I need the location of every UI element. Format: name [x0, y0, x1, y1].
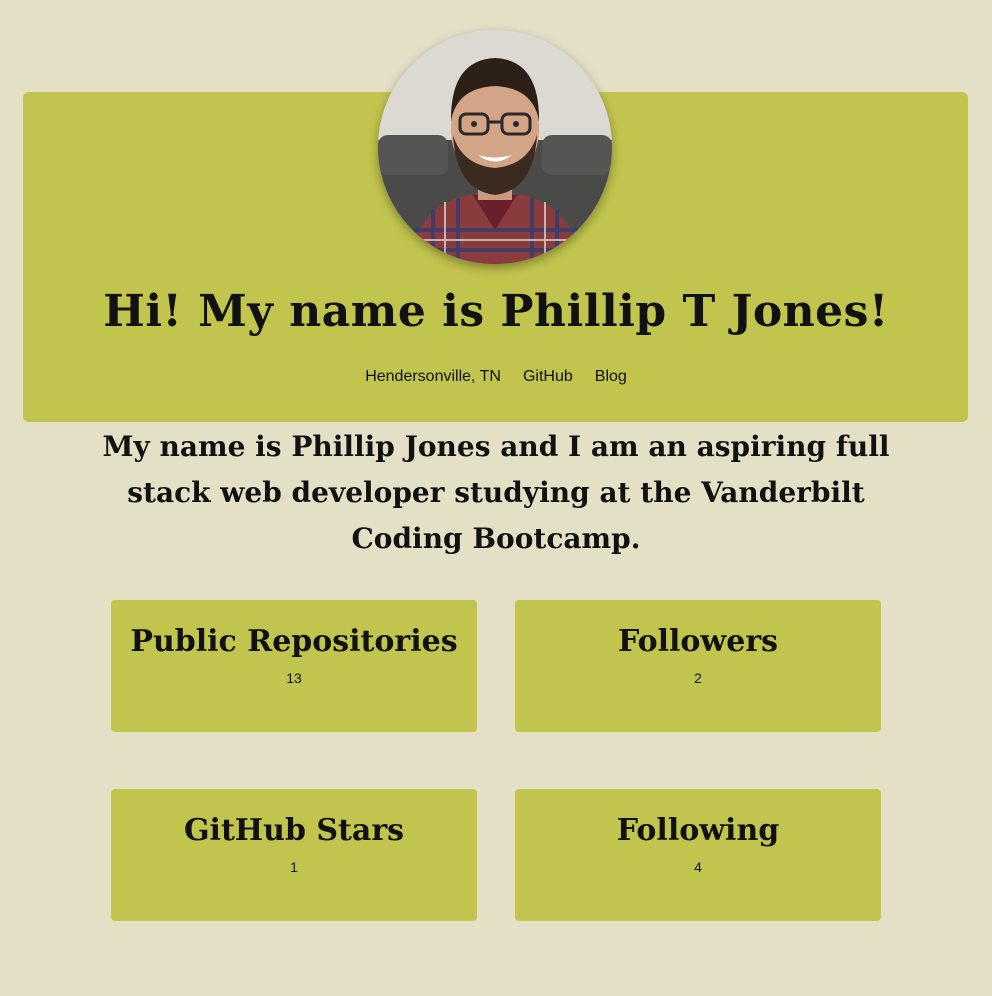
following-count: 4 [694, 859, 702, 875]
public-repos-label: Public Repositories [130, 624, 458, 659]
github-stars-card: GitHub Stars 1 [111, 789, 477, 921]
github-link[interactable]: GitHub [523, 368, 573, 386]
followers-label: Followers [617, 624, 779, 659]
blog-link[interactable]: Blog [595, 368, 627, 386]
bio-text: My name is Phillip Jones and I am an asp… [102, 430, 890, 555]
public-repos-count: 13 [286, 670, 302, 686]
followers-card: Followers 2 [515, 600, 881, 732]
following-card: Following 4 [515, 789, 881, 921]
header-links: Hendersonville, TN GitHub Blog [0, 368, 992, 386]
github-stars-label: GitHub Stars [183, 813, 405, 848]
following-label: Following [616, 813, 780, 848]
profile-photo-icon [378, 30, 612, 264]
public-repos-card: Public Repositories 13 [111, 600, 477, 732]
location-label: Hendersonville, TN [365, 368, 501, 385]
followers-count: 2 [694, 670, 702, 686]
github-stars-count: 1 [290, 859, 298, 875]
avatar [378, 30, 612, 264]
page-title: Hi! My name is Phillip T Jones! [103, 286, 889, 337]
